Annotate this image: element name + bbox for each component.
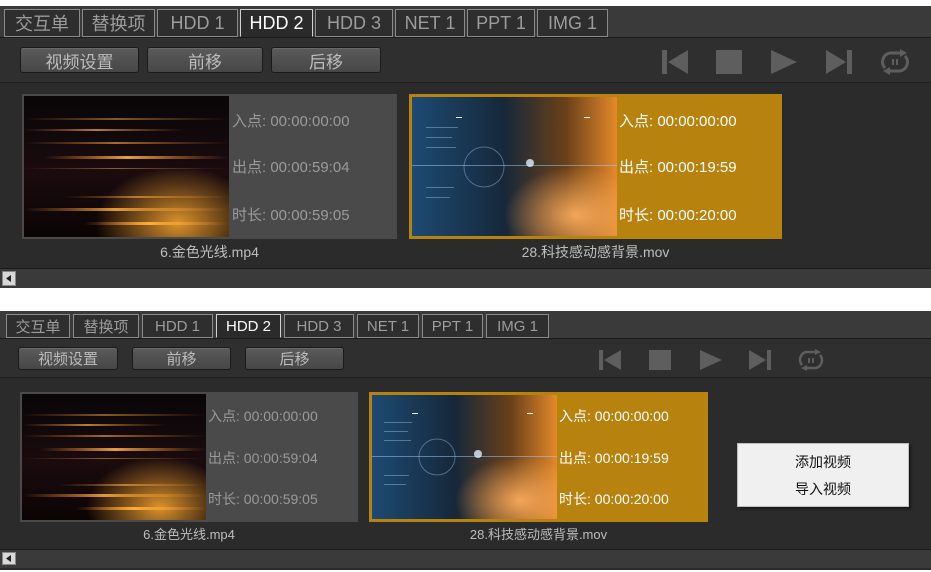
skip-next-icon[interactable] — [747, 348, 773, 372]
loop-icon[interactable] — [796, 348, 826, 372]
in-point-label: 入点: 00:00:00:00 — [559, 406, 669, 426]
player-panel-top: 交互单 替换项 HDD 1 HDD 2 HDD 3 NET 1 PPT 1 IM… — [0, 6, 931, 288]
video-settings-button[interactable]: 视频设置 — [18, 347, 118, 370]
loop-icon[interactable] — [878, 48, 912, 76]
move-back-button[interactable]: 后移 — [271, 47, 381, 73]
tab-hdd-2[interactable]: HDD 2 — [240, 9, 313, 37]
skip-previous-icon[interactable] — [660, 48, 690, 76]
duration-value: 00:00:20:00 — [657, 207, 737, 224]
play-icon[interactable] — [698, 348, 724, 372]
in-point-label: 入点: 00:00:00:00 — [232, 110, 350, 131]
clip-thumbnail — [412, 97, 617, 236]
out-point-value: 00:00:19:59 — [657, 159, 737, 176]
arrow-left-icon — [6, 555, 11, 562]
skip-next-icon[interactable] — [824, 48, 854, 76]
out-point-label-text: 出点: — [232, 159, 267, 176]
tab-img-1[interactable]: IMG 1 — [486, 314, 549, 338]
duration-label-text: 时长: — [232, 207, 267, 224]
clip-thumbnail — [22, 394, 206, 520]
skip-previous-icon[interactable] — [597, 348, 623, 372]
clip-thumbnail — [24, 96, 229, 237]
out-point-label: 出点: 00:00:19:59 — [619, 156, 737, 177]
in-point-value: 00:00:00:00 — [594, 408, 669, 424]
out-point-label-text: 出点: — [619, 159, 654, 176]
tab-ppt-1[interactable]: PPT 1 — [422, 314, 483, 338]
duration-value: 00:00:20:00 — [594, 491, 669, 507]
duration-label: 时长: 00:00:20:00 — [619, 204, 737, 225]
arrow-left-icon — [6, 275, 11, 282]
out-point-value: 00:00:59:04 — [243, 450, 318, 466]
duration-value: 00:00:59:05 — [243, 491, 318, 507]
clip-filename: 28.科技感动感背景.mov — [469, 527, 608, 542]
out-point-label: 出点: 00:00:59:04 — [232, 156, 350, 177]
clip-card-selected[interactable]: 入点: 00:00:00:00 出点: 00:00:19:59 时长: 00:0… — [369, 392, 708, 522]
in-point-value: 00:00:00:00 — [657, 113, 737, 130]
toolbar: 视频设置 前移 后移 — [0, 38, 931, 83]
scroll-left-arrow[interactable] — [2, 271, 16, 286]
tab-bar: 交互单 替换项 HDD 1 HDD 2 HDD 3 NET 1 PPT 1 IM… — [0, 311, 931, 339]
duration-label-text: 时长: — [619, 207, 654, 224]
tab-hdd-3[interactable]: HDD 3 — [315, 9, 393, 37]
tab-img-1[interactable]: IMG 1 — [537, 9, 608, 37]
duration-label: 时长: 00:00:59:05 — [208, 489, 318, 509]
in-point-label-text: 入点: — [559, 408, 591, 424]
tab-ppt-1[interactable]: PPT 1 — [467, 9, 535, 37]
out-point-value: 00:00:19:59 — [594, 450, 669, 466]
in-point-value: 00:00:00:00 — [270, 113, 350, 130]
toolbar: 视频设置 前移 后移 — [0, 339, 931, 378]
clip-filename: 28.科技感动感背景.mov — [521, 244, 670, 260]
clip-filename: 6.金色光线.mp4 — [143, 527, 235, 542]
out-point-label-text: 出点: — [559, 450, 591, 466]
tab-bar: 交互单 替换项 HDD 1 HDD 2 HDD 3 NET 1 PPT 1 IM… — [0, 6, 931, 38]
duration-label: 时长: 00:00:59:05 — [232, 204, 350, 225]
tab-hdd-3[interactable]: HDD 3 — [284, 314, 354, 338]
in-point-label-text: 入点: — [208, 408, 240, 424]
horizontal-scrollbar[interactable] — [0, 549, 931, 568]
add-video-menu-item[interactable]: 添加视频 — [738, 452, 908, 472]
duration-label: 时长: 00:00:20:00 — [559, 489, 669, 509]
clip-card[interactable]: 入点: 00:00:00:00 出点: 00:00:59:04 时长: 00:0… — [20, 392, 358, 522]
move-back-button[interactable]: 后移 — [245, 347, 344, 370]
tab-net-1[interactable]: NET 1 — [357, 314, 419, 338]
clip-card[interactable]: 入点: 00:00:00:00 出点: 00:00:59:04 时长: 00:0… — [22, 94, 397, 239]
stop-icon[interactable] — [648, 349, 672, 371]
in-point-label: 入点: 00:00:00:00 — [208, 406, 318, 426]
stop-icon[interactable] — [715, 49, 743, 75]
video-settings-button[interactable]: 视频设置 — [20, 47, 139, 73]
duration-label-text: 时长: — [559, 491, 591, 507]
in-point-label-text: 入点: — [619, 113, 654, 130]
clip-card-selected[interactable]: 入点: 00:00:00:00 出点: 00:00:19:59 时长: 00:0… — [409, 94, 782, 239]
in-point-value: 00:00:00:00 — [243, 408, 318, 424]
clip-filename: 6.金色光线.mp4 — [160, 244, 259, 260]
out-point-value: 00:00:59:04 — [270, 159, 350, 176]
tab-interaction-list[interactable]: 交互单 — [6, 314, 70, 338]
play-icon[interactable] — [769, 48, 799, 76]
scroll-left-arrow[interactable] — [2, 552, 16, 565]
clip-thumbnail — [372, 395, 557, 519]
duration-value: 00:00:59:05 — [270, 207, 350, 224]
horizontal-scrollbar[interactable] — [0, 268, 931, 288]
in-point-label-text: 入点: — [232, 113, 267, 130]
tab-replacement[interactable]: 替换项 — [73, 314, 139, 338]
player-panel-bottom: 交互单 替换项 HDD 1 HDD 2 HDD 3 NET 1 PPT 1 IM… — [0, 311, 931, 570]
import-video-menu-item[interactable]: 导入视频 — [738, 479, 908, 499]
in-point-label: 入点: 00:00:00:00 — [619, 110, 737, 131]
tab-hdd-1[interactable]: HDD 1 — [157, 9, 238, 37]
out-point-label: 出点: 00:00:19:59 — [559, 448, 669, 468]
tab-interaction-list[interactable]: 交互单 — [4, 9, 80, 37]
move-forward-button[interactable]: 前移 — [147, 47, 263, 73]
out-point-label-text: 出点: — [208, 450, 240, 466]
tab-hdd-1[interactable]: HDD 1 — [142, 314, 213, 338]
tab-replacement[interactable]: 替换项 — [82, 9, 155, 37]
duration-label-text: 时长: — [208, 491, 240, 507]
out-point-label: 出点: 00:00:59:04 — [208, 448, 318, 468]
tab-net-1[interactable]: NET 1 — [395, 9, 465, 37]
context-menu: 添加视频 导入视频 — [737, 443, 909, 507]
tab-hdd-2[interactable]: HDD 2 — [216, 314, 281, 338]
move-forward-button[interactable]: 前移 — [132, 347, 231, 370]
